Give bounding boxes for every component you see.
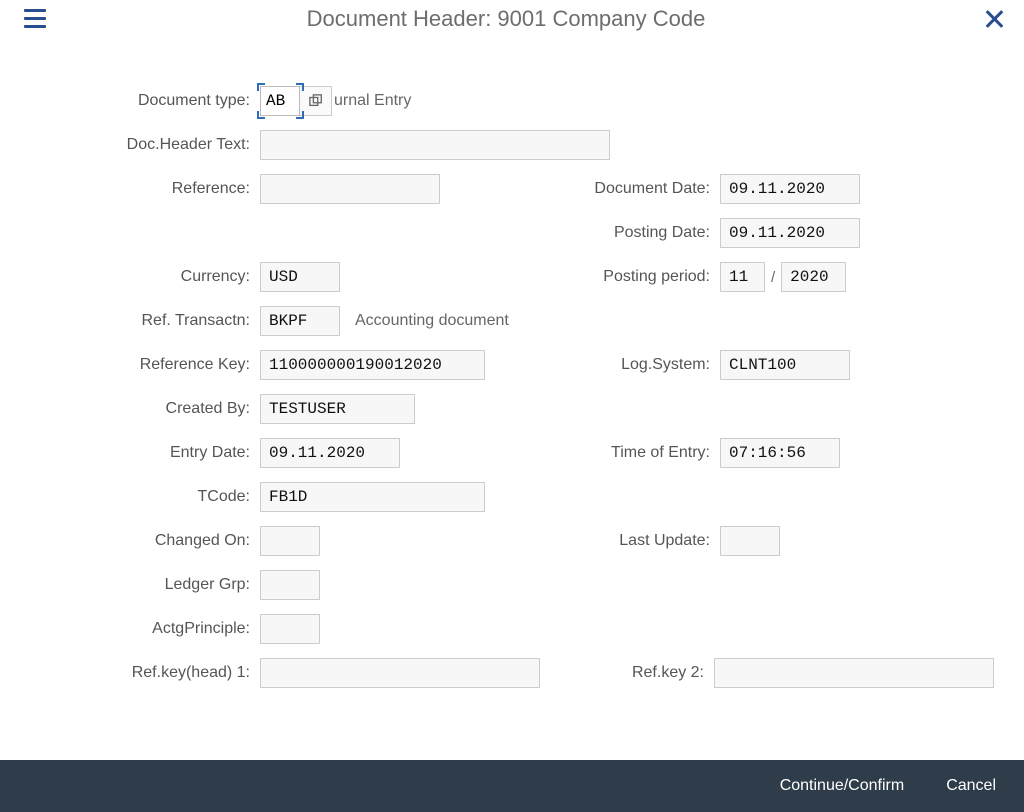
close-icon[interactable] bbox=[984, 9, 1004, 29]
ledger-grp-label: Ledger Grp: bbox=[30, 576, 260, 594]
value-help-button[interactable] bbox=[300, 86, 332, 116]
reference-label: Reference: bbox=[30, 180, 260, 198]
dialog-header: Document Header: 9001 Company Code bbox=[0, 0, 1024, 46]
value-help-icon bbox=[309, 94, 323, 108]
ref-transactn-label: Ref. Transactn: bbox=[30, 312, 260, 330]
continue-confirm-button[interactable]: Continue/Confirm bbox=[774, 776, 911, 796]
form-area: Document type: urnal Entry Doc.Header Te… bbox=[0, 46, 1024, 722]
currency-label: Currency: bbox=[30, 268, 260, 286]
reference-key-input[interactable] bbox=[260, 350, 485, 380]
posting-date-label: Posting Date: bbox=[570, 224, 720, 242]
created-by-label: Created By: bbox=[30, 400, 260, 418]
reference-key-label: Reference Key: bbox=[30, 356, 260, 374]
time-of-entry-label: Time of Entry: bbox=[570, 444, 720, 462]
ref-transactn-desc: Accounting document bbox=[355, 312, 509, 330]
dialog-title: Document Header: 9001 Company Code bbox=[28, 6, 984, 32]
document-type-label: Document type: bbox=[30, 92, 260, 110]
ref-key-2-input[interactable] bbox=[714, 658, 994, 688]
ledger-grp-input[interactable] bbox=[260, 570, 320, 600]
posting-period-year-input[interactable] bbox=[781, 262, 846, 292]
doc-header-text-input[interactable] bbox=[260, 130, 610, 160]
document-type-input[interactable] bbox=[260, 86, 300, 116]
posting-period-label: Posting period: bbox=[570, 268, 720, 286]
ref-key-head-1-label: Ref.key(head) 1: bbox=[30, 664, 260, 682]
period-separator: / bbox=[771, 269, 775, 286]
posting-date-input[interactable] bbox=[720, 218, 860, 248]
ref-key-2-label: Ref.key 2: bbox=[564, 664, 714, 682]
changed-on-label: Changed On: bbox=[30, 532, 260, 550]
tcode-label: TCode: bbox=[30, 488, 260, 506]
last-update-label: Last Update: bbox=[570, 532, 720, 550]
document-type-desc: urnal Entry bbox=[334, 92, 411, 110]
actg-principle-input[interactable] bbox=[260, 614, 320, 644]
tcode-input[interactable] bbox=[260, 482, 485, 512]
last-update-input[interactable] bbox=[720, 526, 780, 556]
document-date-input[interactable] bbox=[720, 174, 860, 204]
entry-date-label: Entry Date: bbox=[30, 444, 260, 462]
created-by-input[interactable] bbox=[260, 394, 415, 424]
currency-input[interactable] bbox=[260, 262, 340, 292]
entry-date-input[interactable] bbox=[260, 438, 400, 468]
log-system-label: Log.System: bbox=[570, 356, 720, 374]
posting-period-month-input[interactable] bbox=[720, 262, 765, 292]
changed-on-input[interactable] bbox=[260, 526, 320, 556]
dialog-footer: Continue/Confirm Cancel bbox=[0, 760, 1024, 812]
ref-key-head-1-input[interactable] bbox=[260, 658, 540, 688]
actg-principle-label: ActgPrinciple: bbox=[30, 620, 260, 638]
document-date-label: Document Date: bbox=[570, 180, 720, 198]
log-system-input[interactable] bbox=[720, 350, 850, 380]
menu-icon[interactable] bbox=[24, 7, 48, 31]
doc-header-text-label: Doc.Header Text: bbox=[30, 136, 260, 154]
ref-transactn-input[interactable] bbox=[260, 306, 340, 336]
reference-input[interactable] bbox=[260, 174, 440, 204]
time-of-entry-input[interactable] bbox=[720, 438, 840, 468]
cancel-button[interactable]: Cancel bbox=[940, 776, 1002, 796]
